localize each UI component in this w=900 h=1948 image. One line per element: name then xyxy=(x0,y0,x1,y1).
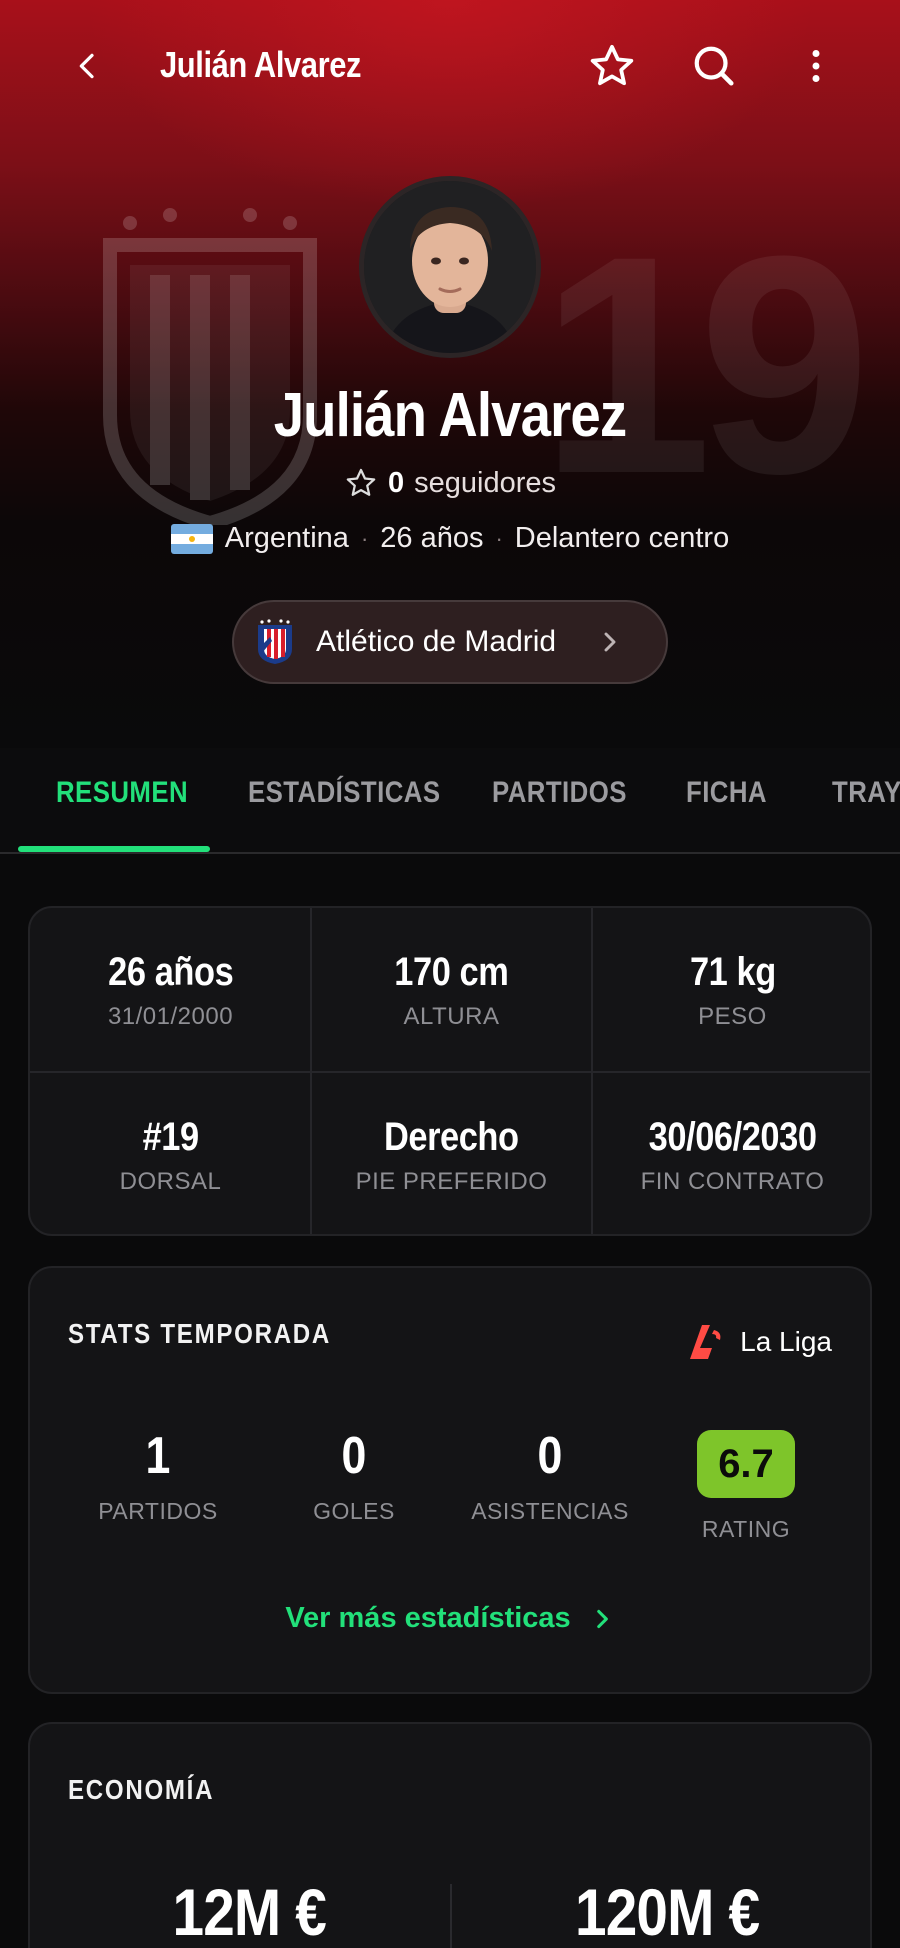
section-title: STATS TEMPORADA xyxy=(68,1318,332,1349)
player-avatar xyxy=(359,176,541,358)
season-stats-card: STATS TEMPORADA La Liga 1 PARTIDOS 0 GOL… xyxy=(28,1266,872,1694)
stat-rating: 6.7 RATING xyxy=(646,1430,846,1543)
player-photo xyxy=(364,181,536,353)
separator-dot: · xyxy=(495,525,503,551)
active-tab-indicator xyxy=(18,846,210,852)
player-info-card: 26 años 31/01/2000 170 cm ALTURA 71 kg P… xyxy=(28,906,872,1236)
info-value: 71 kg xyxy=(689,949,776,994)
club-name: Atlético de Madrid xyxy=(316,625,557,658)
section-tabs: RESUMEN ESTADÍSTICAS PARTIDOS FICHA TRAY… xyxy=(0,748,900,854)
club-crest-icon xyxy=(258,619,292,664)
chevron-right-icon xyxy=(596,1609,608,1628)
info-height: 170 cm ALTURA xyxy=(311,908,592,1072)
player-name: Julián Alvarez xyxy=(273,381,627,450)
birth-date: 31/01/2000 xyxy=(107,1002,234,1030)
info-label: PIE PREFERIDO xyxy=(355,1167,548,1195)
followers-count: 0 xyxy=(387,466,405,499)
more-stats-label: Ver más estadísticas xyxy=(285,1602,571,1634)
chevron-right-icon xyxy=(604,632,616,652)
economy-value-right: 120M € xyxy=(574,1875,760,1948)
more-options-button[interactable] xyxy=(788,38,844,94)
league-name: La Liga xyxy=(740,1326,832,1357)
info-shirt-number: #19 DORSAL xyxy=(30,1073,311,1234)
tab-trayectoria[interactable]: TRAYECTORIA xyxy=(832,776,900,810)
more-vertical-icon xyxy=(812,50,820,82)
laliga-logo-icon xyxy=(690,1325,721,1359)
stat-matches: 1 PARTIDOS xyxy=(58,1426,258,1525)
info-value: #19 xyxy=(142,1114,199,1159)
followers-label: seguidores xyxy=(414,466,556,499)
followers-row: 0 seguidores xyxy=(0,466,900,500)
tab-estadisticas[interactable]: ESTADÍSTICAS xyxy=(248,776,440,810)
player-meta: Argentina · 26 años · Delantero centro xyxy=(0,522,900,555)
economy-value-left: 12M € xyxy=(172,1875,326,1948)
grid-divider xyxy=(30,1071,870,1073)
star-outline-icon xyxy=(346,468,376,496)
stat-value: 0 xyxy=(537,1427,563,1485)
info-weight: 71 kg PESO xyxy=(592,908,870,1072)
league-badge: La Liga xyxy=(686,1322,832,1362)
stat-label: GOLES xyxy=(313,1498,395,1524)
follow-star-button[interactable] xyxy=(584,38,640,94)
player-position: Delantero centro xyxy=(514,522,730,554)
info-value: Derecho xyxy=(384,1114,519,1159)
info-value: 30/06/2030 xyxy=(648,1114,817,1159)
more-stats-link[interactable]: Ver más estadísticas xyxy=(30,1602,870,1635)
stat-value: 1 xyxy=(145,1427,171,1485)
economy-card: ECONOMÍA 12M € 120M € xyxy=(28,1722,872,1948)
stat-label: RATING xyxy=(701,1516,791,1542)
info-contract-end: 30/06/2030 FIN CONTRATO xyxy=(592,1073,870,1234)
tab-partidos[interactable]: PARTIDOS xyxy=(492,776,627,810)
info-preferred-foot: Derecho PIE PREFERIDO xyxy=(311,1073,592,1234)
page-title: Julián Alvarez xyxy=(160,44,362,85)
stat-value: 0 xyxy=(341,1427,367,1485)
stat-goals: 0 GOLES xyxy=(254,1426,454,1525)
info-value: 26 años xyxy=(107,949,234,994)
top-app-bar: Julián Alvarez xyxy=(0,0,900,130)
separator-dot: · xyxy=(360,525,369,551)
stat-label: PARTIDOS xyxy=(98,1498,218,1524)
info-label: DORSAL xyxy=(119,1167,222,1195)
stat-assists: 0 ASISTENCIAS xyxy=(450,1426,650,1525)
tab-resumen[interactable]: RESUMEN xyxy=(56,776,188,810)
info-label: PESO xyxy=(698,1002,767,1030)
info-label: ALTURA xyxy=(403,1002,500,1030)
back-button[interactable] xyxy=(60,38,116,94)
economy-divider xyxy=(450,1884,452,1948)
info-age: 26 años 31/01/2000 xyxy=(30,908,311,1072)
search-icon xyxy=(694,46,734,86)
club-link-button[interactable]: Atlético de Madrid xyxy=(232,600,668,684)
stat-label: ASISTENCIAS xyxy=(471,1498,629,1524)
tab-ficha[interactable]: FICHA xyxy=(686,776,767,810)
info-value: 170 cm xyxy=(394,949,509,994)
info-label: FIN CONTRATO xyxy=(640,1167,825,1195)
rating-badge: 6.7 xyxy=(697,1430,795,1498)
player-age: 26 años xyxy=(380,522,484,554)
star-outline-icon xyxy=(590,44,634,86)
player-country: Argentina xyxy=(224,522,349,554)
search-button[interactable] xyxy=(686,38,742,94)
chevron-left-icon xyxy=(79,53,94,79)
section-title: ECONOMÍA xyxy=(68,1774,215,1805)
argentina-flag-icon xyxy=(170,523,213,554)
